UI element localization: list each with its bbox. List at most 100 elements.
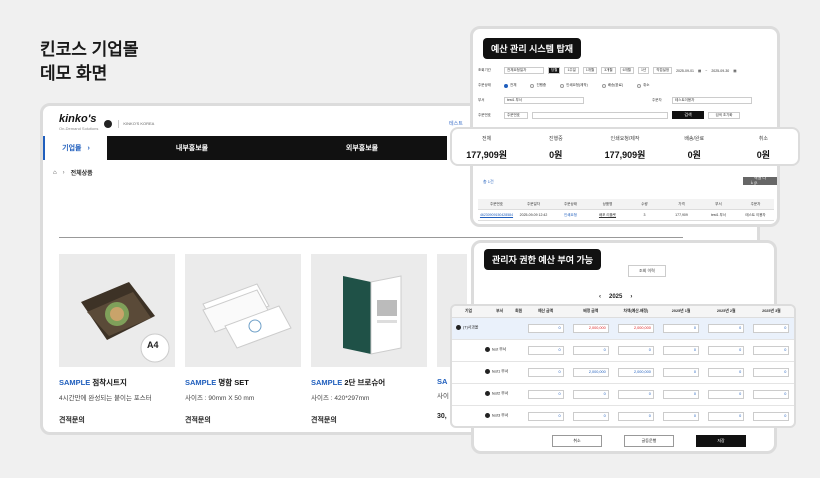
period-select[interactable]: 전체요청일자 — [504, 67, 544, 74]
assigned-input[interactable]: 2,000,000 — [572, 323, 609, 333]
product-desc: 4시간만에 완성되는 붙이는 포스터 — [59, 395, 152, 402]
budget-input[interactable]: 0 — [527, 389, 564, 399]
product-card[interactable]: A4 SAMPLE 점착시트지 4시간만에 완성되는 붙이는 포스터 견적문의 — [59, 254, 175, 425]
budget-input[interactable]: 0 — [527, 345, 564, 355]
excel-download-button[interactable]: ⤓ 엑셀 다운 — [743, 175, 777, 186]
status-radio[interactable]: 배송(완료) — [601, 83, 623, 88]
chevron-left-icon[interactable]: ‹ — [599, 294, 601, 300]
reset-button[interactable]: 검색 초기화 — [708, 111, 740, 119]
assigned-input[interactable]: 0 — [572, 389, 609, 399]
product-name: 점착시트지 — [92, 378, 127, 387]
save-button[interactable]: 저장 — [696, 435, 746, 447]
date-to[interactable]: 2025-09-30 — [711, 69, 729, 73]
assigned-input[interactable]: 0 — [572, 411, 609, 421]
calendar-icon[interactable]: ▦ — [698, 69, 701, 73]
expand-icon[interactable] — [485, 413, 491, 419]
month-input[interactable]: 0 — [708, 345, 745, 355]
dept-select[interactable]: test1 부서 — [504, 97, 584, 104]
assigned-input[interactable]: 2,000,000 — [572, 367, 609, 377]
month-input[interactable]: 0 — [708, 323, 745, 333]
product-image[interactable]: A4 — [59, 254, 175, 367]
period-row: 조회기간 전체요청일자 당월 1주일 1개월 3개월 6개월 1년 직접설정 2… — [478, 67, 737, 74]
month-input[interactable]: 0 — [663, 389, 700, 399]
home-icon[interactable]: ⌂ — [53, 170, 57, 176]
period-button[interactable]: 3개월 — [601, 67, 616, 74]
search-button[interactable]: 검색 — [672, 111, 704, 119]
budget-input[interactable]: 0 — [527, 323, 564, 333]
chevron-right-icon[interactable]: › — [630, 294, 632, 300]
month-input[interactable]: 0 — [663, 367, 700, 377]
diff-value: 0 — [617, 389, 654, 399]
cancel-button[interactable]: 취소 — [552, 435, 602, 447]
budget-input[interactable]: 0 — [527, 411, 564, 421]
period-button[interactable]: 6개월 — [619, 67, 635, 74]
brand[interactable]: kinko's On-Demand Solutions KINKO'S KOREA — [59, 114, 154, 134]
orderer-select[interactable]: 테스트이용자 — [672, 97, 752, 104]
table-row[interactable]: test1 부서 0 2,000,000 2,000,000 0 0 0 — [452, 361, 794, 384]
nav-item-external[interactable]: 외부홍보물 — [277, 143, 447, 153]
summary-total: 전체 177,909원 — [466, 136, 508, 160]
year-label: 2025 — [609, 294, 623, 300]
admin-actions: 취소 글등운행 저장 — [552, 435, 746, 447]
period-button[interactable]: 당월 — [548, 67, 561, 74]
status-radio[interactable]: 진행중 — [530, 83, 546, 88]
admin-title: 관리자 권한 예산 부여 가능 — [484, 249, 602, 270]
table-row[interactable]: 46230909150428584 2025-09-09 12:42 인쇄요청 배포 … — [478, 210, 774, 221]
month-input[interactable]: 0 — [663, 345, 700, 355]
product-image[interactable] — [185, 254, 301, 367]
top-link[interactable]: 테스트 — [449, 120, 463, 127]
month-input[interactable]: 0 — [663, 323, 700, 333]
month-input[interactable]: 0 — [708, 411, 745, 421]
month-input[interactable]: 0 — [753, 367, 790, 377]
order-no-row: 주문번호 주문번호 검색 검색 초기화 — [478, 111, 740, 119]
assigned-input[interactable]: 0 — [572, 345, 609, 355]
sample-badge: SAMPLE — [185, 378, 217, 387]
order-no-select[interactable]: 주문번호 — [504, 111, 528, 119]
summary-printing: 인쇄요청/제작 177,909원 — [604, 136, 646, 160]
table-row[interactable]: test3 부서 0 0 0 0 0 0 — [452, 405, 794, 426]
sample-badge: SAMPLE — [59, 378, 91, 387]
status-radio[interactable]: 전체 — [504, 83, 516, 88]
month-input[interactable]: 0 — [753, 345, 790, 355]
paper-size-label: A4 — [147, 340, 159, 350]
divider — [59, 237, 683, 238]
expand-icon[interactable] — [456, 325, 461, 331]
table-row[interactable]: (T)사과몰 0 2,000,000 2,000,000 0 0 0 — [452, 317, 794, 340]
status-radio[interactable]: 인쇄요청(제작) — [560, 83, 588, 88]
table-row[interactable]: test2 부서 0 0 0 0 0 0 — [452, 383, 794, 406]
dept-label: 부서 — [478, 98, 485, 102]
summary-in-progress: 진행중 0원 — [548, 136, 563, 160]
month-input[interactable]: 0 — [708, 367, 745, 377]
month-input[interactable]: 0 — [663, 411, 700, 421]
period-button[interactable]: 1년 — [638, 67, 650, 74]
nav-item-corporate[interactable]: 기업몰 › — [43, 136, 107, 160]
expand-icon[interactable] — [485, 369, 491, 375]
month-input[interactable]: 0 — [708, 389, 745, 399]
calendar-icon[interactable]: ▦ — [733, 69, 736, 73]
tab-history[interactable]: 조회 이력 — [628, 265, 666, 277]
diff-value: 0 — [617, 345, 654, 355]
status-radio[interactable]: 취소 — [637, 83, 649, 88]
month-input[interactable]: 0 — [753, 323, 790, 333]
product-image[interactable] — [311, 254, 427, 367]
expand-icon[interactable] — [485, 391, 491, 397]
subbrand: KINKO'S KOREA — [118, 120, 154, 128]
period-button[interactable]: 1개월 — [582, 67, 598, 74]
table-row[interactable]: test 부서 0 0 0 0 0 0 — [452, 339, 794, 362]
nav-item-internal[interactable]: 내부홍보물 — [107, 143, 277, 153]
budget-summary: 전체 177,909원 진행중 0원 인쇄요청/제작 177,909원 배송/완료 0원… — [450, 127, 800, 166]
secondary-button[interactable]: 글등운행 — [624, 435, 674, 447]
product-card[interactable]: SAMPLE 2단 브로슈어 사이즈 : 420*297mm 견적문의 — [311, 254, 427, 425]
month-input[interactable]: 0 — [753, 411, 790, 421]
period-button[interactable]: 직접설정 — [653, 67, 673, 74]
summary-cancelled: 취소 0원 — [756, 136, 771, 160]
date-from[interactable]: 2025-09-01 — [676, 69, 694, 73]
order-no-input[interactable] — [532, 111, 668, 119]
period-button[interactable]: 1주일 — [564, 67, 579, 74]
orders-table: 주문번호 주문일자 주문상태 상품명 수량 가격 부서 주문자 462309091504285… — [478, 199, 774, 221]
budget-input[interactable]: 0 — [527, 367, 564, 377]
expand-icon[interactable] — [485, 347, 491, 353]
period-label: 조회기간 — [478, 68, 491, 72]
month-input[interactable]: 0 — [753, 389, 790, 399]
product-card[interactable]: SAMPLE 명함 SET 사이즈 : 90mm X 50 mm 견적문의 — [185, 254, 301, 425]
